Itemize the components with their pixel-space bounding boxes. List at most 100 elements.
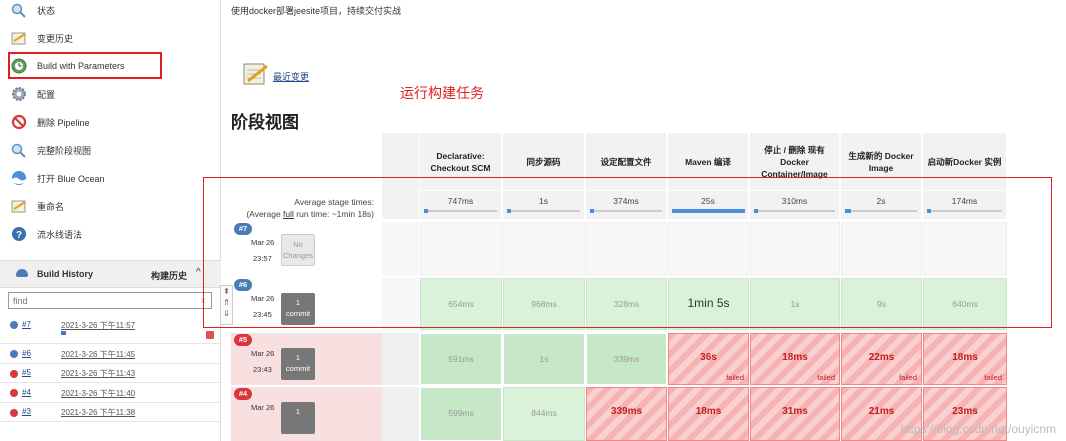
watermark: https://blog.csdn.net/ouyicnm	[900, 422, 1056, 436]
failed-label: failed	[817, 373, 835, 382]
build-number-badge[interactable]: #5	[234, 334, 252, 346]
annotation-run-build-task: 运行构建任务	[400, 85, 484, 101]
build-date-link[interactable]: 2021-3-26 下午11:43	[61, 368, 135, 379]
stage-cell[interactable]: 1s	[503, 333, 585, 385]
sidebar-item-pipeline-syntax[interactable]: ? 流水线语法	[10, 223, 82, 245]
stage-cell[interactable]: 339ms	[586, 333, 667, 385]
stage-cell[interactable]: 36s failed	[668, 333, 749, 385]
job-description: 使用docker部署jeesite项目，持续交付实战	[231, 6, 402, 16]
weather-cloud-icon	[16, 269, 28, 277]
commit-label: commit	[285, 364, 311, 373]
build-date-link[interactable]: 2021-3-26 下午11:57	[61, 320, 135, 331]
highlight-box-stage-view	[203, 177, 1052, 328]
run-date: Mar 26	[251, 403, 275, 412]
build-history-header: Build History 构建历史 ^	[0, 260, 221, 288]
notepad-icon	[242, 60, 268, 87]
sidebar-item-label: 配置	[37, 89, 56, 100]
failed-label: failed	[899, 373, 917, 382]
stage-cell[interactable]: 844ms	[503, 387, 585, 441]
sidebar-item-label: 状态	[37, 5, 56, 16]
build-date-link[interactable]: 2021-3-26 下午11:38	[61, 407, 135, 418]
build-history-row[interactable]: #5 2021-3-26 下午11:43	[0, 365, 221, 383]
sidebar-item-label: 流水线语法	[37, 229, 83, 240]
run-row-gutter	[382, 387, 419, 441]
stage-duration: 23ms	[952, 406, 978, 417]
progress-indicator	[61, 331, 66, 335]
stage-duration: 339ms	[610, 406, 643, 417]
stage-duration: 36s	[700, 352, 717, 363]
build-history-row[interactable]: #3 2021-3-26 下午11:38	[0, 404, 221, 422]
run-build-info[interactable]: #5 Mar 26 23:43 1 commit	[231, 334, 352, 383]
svg-text:?: ?	[15, 230, 21, 241]
sidebar-item-label: 变更历史	[37, 33, 74, 44]
commit-count-tag[interactable]: 1 commit	[281, 348, 315, 380]
build-history-row[interactable]: #7 2021-3-26 下午11:57	[0, 316, 221, 344]
commit-count: 1	[295, 407, 301, 416]
build-date-link[interactable]: 2021-3-26 下午11:45	[61, 349, 135, 360]
recent-changes-link[interactable]: 最近变更	[273, 70, 309, 83]
build-number-link[interactable]: #5	[22, 368, 31, 377]
help-icon: ?	[10, 226, 27, 243]
sidebar-item-delete-pipeline[interactable]: 删除 Pipeline	[10, 111, 90, 133]
stage-duration: 31ms	[782, 406, 808, 417]
run-build-info[interactable]: #4 Mar 26 1	[231, 388, 352, 439]
commit-count-tag[interactable]: 1	[281, 402, 315, 434]
blue-ocean-icon	[10, 170, 27, 187]
sidebar-item-label: 删除 Pipeline	[37, 117, 90, 128]
sidebar-item-label: 打开 Blue Ocean	[37, 173, 105, 184]
stage-cell[interactable]: 18ms failed	[750, 333, 840, 385]
stage-duration: 591ms	[448, 354, 474, 364]
sidebar-item-label: 重命名	[37, 201, 65, 212]
stage-cell[interactable]: 18ms	[668, 387, 749, 441]
stage-duration: 22ms	[868, 352, 895, 363]
stage-duration: 844ms	[531, 408, 557, 418]
status-ball-icon	[10, 321, 18, 329]
stage-cell[interactable]: 591ms	[420, 333, 502, 385]
collapse-caret-icon[interactable]: ^	[196, 267, 201, 278]
sidebar: 状态 变更历史 Build with Parameters 配置 删除 Pipe…	[0, 0, 221, 441]
status-ball-icon	[10, 389, 18, 397]
build-history-row[interactable]: #4 2021-3-26 下午11:40	[0, 384, 221, 403]
commit-count: 1	[295, 353, 301, 362]
sidebar-item-blue-ocean[interactable]: 打开 Blue Ocean	[10, 167, 105, 189]
gear-icon	[10, 86, 27, 103]
sidebar-item-changes[interactable]: 变更历史	[10, 27, 73, 49]
notepad-icon	[10, 198, 27, 215]
stage-duration: 18ms	[695, 406, 722, 417]
sidebar-item-full-stage-view[interactable]: 完整阶段视图	[10, 139, 91, 161]
magnifier-icon	[10, 142, 27, 159]
build-history-title-cn: 构建历史	[151, 271, 188, 281]
failed-label: failed	[726, 373, 744, 382]
stage-cell[interactable]: 339ms	[586, 387, 667, 441]
run-row-gutter	[382, 333, 419, 385]
magnifier-icon	[10, 2, 27, 19]
stage-duration: 599ms	[448, 408, 474, 418]
build-number-link[interactable]: #7	[22, 320, 31, 329]
build-number-badge[interactable]: #4	[234, 388, 252, 400]
stage-cell[interactable]: 599ms	[420, 387, 502, 441]
build-number-link[interactable]: #6	[22, 349, 31, 358]
build-number-link[interactable]: #3	[22, 407, 31, 416]
stage-cell[interactable]: 22ms failed	[841, 333, 922, 385]
stage-view-title: 阶段视图	[231, 113, 299, 132]
build-number-link[interactable]: #4	[22, 388, 31, 397]
build-history-title: Build History	[37, 269, 94, 279]
highlight-box-build-with-parameters	[8, 52, 162, 79]
no-entry-icon	[10, 114, 27, 131]
sidebar-item-configure[interactable]: 配置	[10, 83, 55, 105]
stage-duration: 339ms	[613, 354, 640, 364]
status-ball-icon	[10, 409, 18, 417]
run-time: 23:43	[253, 365, 272, 374]
stage-duration: 1s	[539, 354, 549, 364]
stage-cell[interactable]: 31ms	[750, 387, 840, 441]
status-ball-icon	[10, 370, 18, 378]
build-history-row[interactable]: #6 2021-3-26 下午11:45	[0, 345, 221, 364]
stage-duration: 18ms	[952, 352, 978, 363]
stage-cell[interactable]: 18ms failed	[923, 333, 1007, 385]
build-date-link[interactable]: 2021-3-26 下午11:40	[61, 388, 135, 399]
build-history-search-input[interactable]	[8, 292, 212, 309]
cancel-build-icon[interactable]	[206, 331, 214, 339]
sidebar-item-rename[interactable]: 重命名	[10, 195, 64, 217]
sidebar-item-status[interactable]: 状态	[10, 0, 55, 21]
failed-label: failed	[984, 373, 1002, 382]
